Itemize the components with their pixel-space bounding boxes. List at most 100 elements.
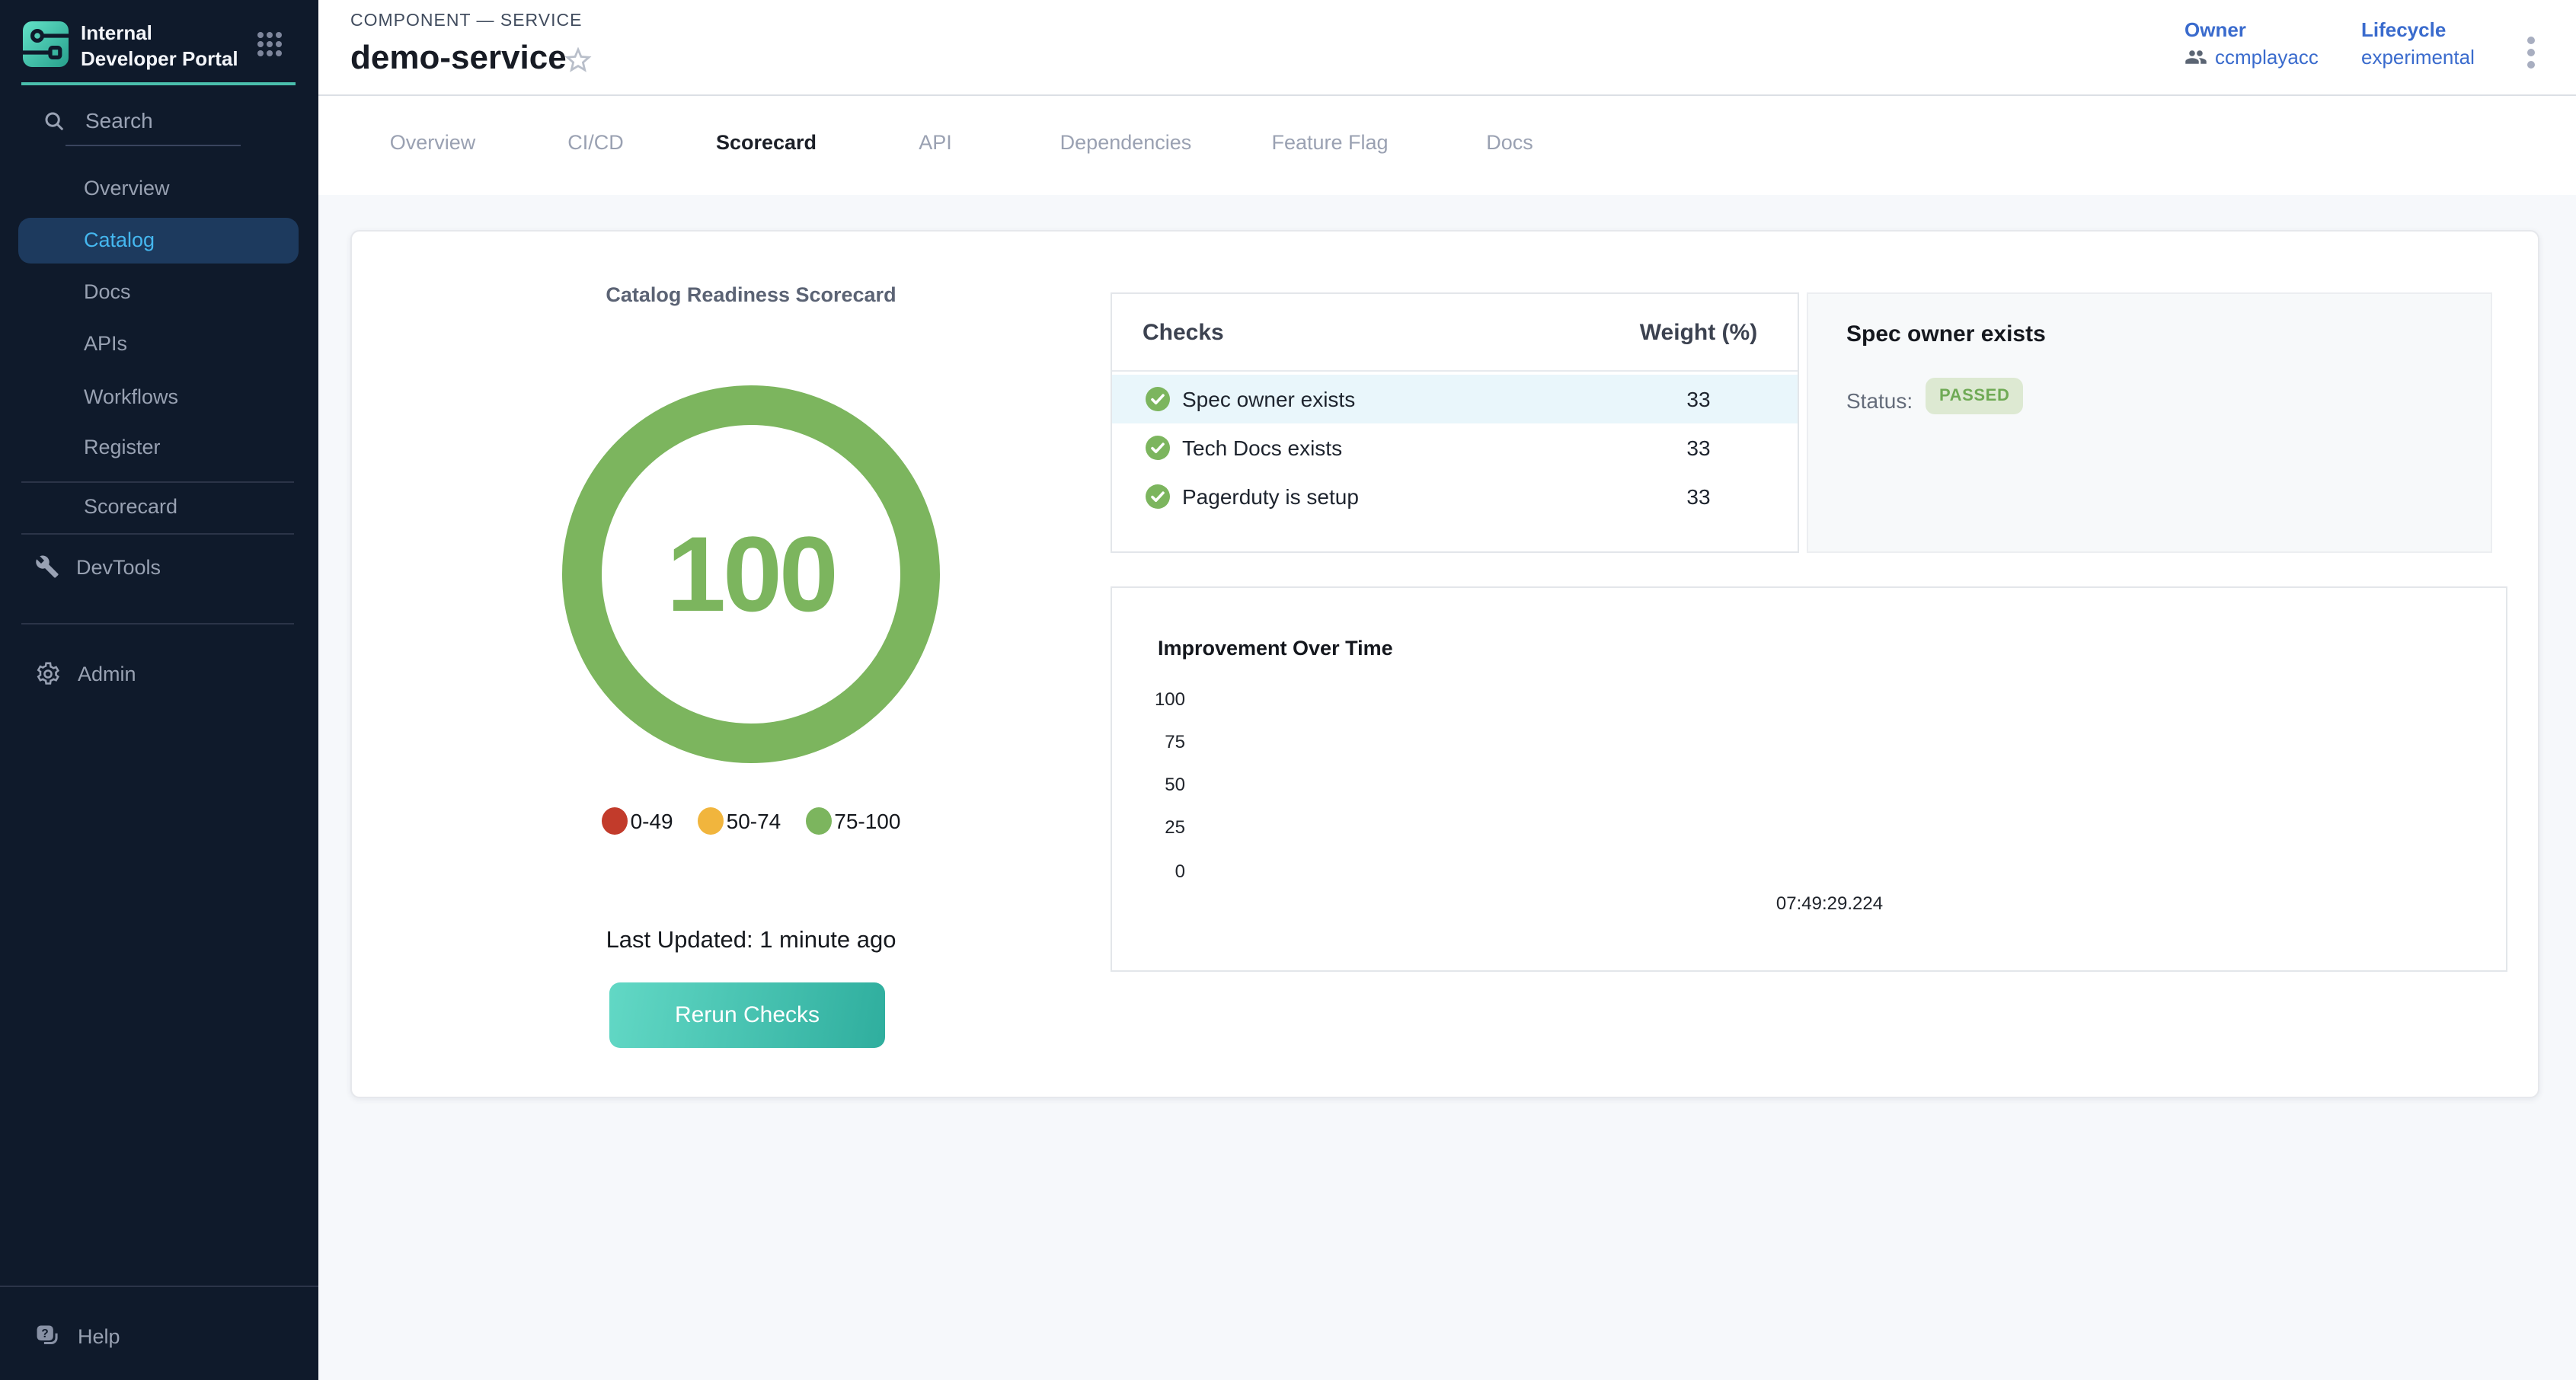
scorecard-panel: Catalog Readiness Scorecard 100 0-49 50-… — [350, 230, 2539, 1098]
tab-api[interactable]: API — [919, 96, 952, 195]
more-options-icon[interactable] — [2521, 32, 2539, 73]
chart-title: Improvement Over Time — [1158, 637, 1393, 660]
legend-dot-red — [602, 807, 628, 835]
y-tick: 50 — [1127, 774, 1185, 795]
sidebar-item-label: Scorecard — [84, 484, 177, 530]
sidebar-item-label: Help — [78, 1324, 120, 1347]
help-chat-icon: ? — [35, 1323, 61, 1349]
tab-docs[interactable]: Docs — [1486, 96, 1533, 195]
check-circle-icon — [1146, 387, 1170, 411]
sidebar-item-apis[interactable]: APIs — [0, 321, 318, 367]
owner-label: Owner — [2184, 18, 2319, 41]
last-updated-text: Last Updated: 1 minute ago — [446, 928, 1056, 955]
sidebar-item-admin[interactable]: Admin — [0, 650, 318, 696]
sidebar-item-label: Workflows — [84, 375, 178, 420]
search-icon — [43, 109, 66, 132]
y-tick: 100 — [1127, 688, 1185, 710]
brand-divider — [21, 82, 296, 85]
y-tick: 0 — [1127, 861, 1185, 882]
sidebar-item-label: Register — [84, 425, 161, 471]
legend-dot-green — [805, 807, 831, 835]
score-gauge: 100 — [562, 385, 940, 763]
favorite-star-icon[interactable] — [562, 44, 594, 84]
sidebar-item-docs[interactable]: Docs — [0, 270, 318, 315]
tab-cicd[interactable]: CI/CD — [567, 96, 624, 195]
check-weight: 33 — [1613, 472, 1784, 521]
divider — [21, 533, 294, 535]
breadcrumb: COMPONENT — SERVICE — [350, 12, 582, 30]
brand: Internal Developer Portal — [23, 21, 239, 73]
sidebar-item-label: Overview — [84, 166, 170, 212]
owner-link[interactable]: ccmplayacc — [2215, 46, 2319, 69]
tab-dependencies[interactable]: Dependencies — [1060, 96, 1192, 195]
app-window: Internal Developer Portal Search Overvie… — [0, 0, 2576, 1380]
checks-table: Checks Weight (%) Spec owner exists 33 — [1111, 292, 1799, 553]
lifecycle-value: experimental — [2361, 46, 2475, 69]
lifecycle-meta: Lifecycle experimental — [2361, 18, 2475, 69]
svg-text:?: ? — [41, 1327, 48, 1340]
divider — [0, 1286, 318, 1287]
divider — [21, 481, 294, 483]
sidebar-item-overview[interactable]: Overview — [0, 166, 318, 212]
legend-item: 75-100 — [805, 807, 900, 835]
legend-dot-yellow — [698, 807, 724, 835]
entity-header: COMPONENT — SERVICE demo-service Owner c… — [318, 0, 2576, 96]
x-tick: 07:49:29.224 — [1677, 893, 1982, 914]
tab-feature-flag[interactable]: Feature Flag — [1271, 96, 1388, 195]
owner-value[interactable]: ccmplayacc — [2184, 46, 2319, 69]
sidebar-item-workflows[interactable]: Workflows — [0, 375, 318, 420]
legend-label: 0-49 — [631, 809, 673, 833]
check-circle-icon — [1146, 484, 1170, 509]
y-tick: 25 — [1127, 816, 1185, 838]
divider — [1112, 370, 1798, 372]
sidebar-item-devtools[interactable]: DevTools — [0, 544, 318, 589]
y-tick: 75 — [1127, 731, 1185, 752]
sidebar-item-label: Catalog — [84, 218, 155, 264]
main-area: COMPONENT — SERVICE demo-service Owner c… — [318, 0, 2576, 1380]
tab-bar: Overview CI/CD Scorecard API Dependencie… — [318, 96, 2576, 195]
sidebar: Internal Developer Portal Search Overvie… — [0, 0, 318, 1380]
legend-item: 50-74 — [698, 807, 781, 835]
search-underline — [66, 145, 241, 146]
gear-icon — [35, 660, 61, 686]
score-value: 100 — [666, 513, 836, 635]
weight-column-header: Weight (%) — [1613, 320, 1784, 346]
check-detail-title: Spec owner exists — [1846, 321, 2046, 347]
search-placeholder: Search — [85, 108, 153, 133]
group-icon — [2184, 46, 2207, 69]
sidebar-item-label: DevTools — [76, 555, 161, 578]
sidebar-item-catalog[interactable]: Catalog — [18, 218, 299, 264]
sidebar-item-label: Docs — [84, 270, 131, 315]
apps-grid-icon[interactable] — [256, 30, 283, 58]
check-row-spec-owner[interactable]: Spec owner exists 33 — [1112, 375, 1798, 423]
sidebar-item-label: APIs — [84, 321, 127, 367]
check-row-tech-docs[interactable]: Tech Docs exists 33 — [1112, 423, 1798, 472]
owner-meta: Owner ccmplayacc — [2184, 18, 2319, 69]
check-row-pagerduty[interactable]: Pagerduty is setup 33 — [1112, 472, 1798, 521]
check-detail-panel: Spec owner exists Status: PASSED — [1807, 292, 2492, 553]
status-badge: PASSED — [1926, 378, 2023, 414]
check-name: Spec owner exists — [1182, 375, 1355, 423]
status-label: Status: — [1846, 388, 1913, 413]
search-input[interactable]: Search — [43, 108, 153, 133]
legend-label: 50-74 — [727, 809, 781, 833]
legend-item: 0-49 — [602, 807, 673, 835]
rerun-checks-button[interactable]: Rerun Checks — [609, 982, 885, 1048]
sidebar-item-help[interactable]: ? Help — [0, 1313, 318, 1359]
tab-overview[interactable]: Overview — [390, 96, 476, 195]
check-weight: 33 — [1613, 375, 1784, 423]
check-circle-icon — [1146, 436, 1170, 460]
sidebar-item-label: Admin — [78, 662, 136, 685]
page-title: demo-service — [350, 38, 567, 78]
lifecycle-label: Lifecycle — [2361, 18, 2475, 41]
sidebar-item-scorecard[interactable]: Scorecard — [0, 484, 318, 530]
check-weight: 33 — [1613, 423, 1784, 472]
tab-scorecard[interactable]: Scorecard — [716, 96, 817, 195]
divider — [21, 623, 294, 625]
sidebar-item-register[interactable]: Register — [0, 425, 318, 471]
checks-column-header: Checks — [1143, 320, 1224, 346]
content-area: Catalog Readiness Scorecard 100 0-49 50-… — [318, 195, 2576, 1380]
legend-label: 75-100 — [834, 809, 900, 833]
check-name: Tech Docs exists — [1182, 423, 1342, 472]
improvement-chart: Improvement Over Time 100 75 50 25 0 07:… — [1111, 586, 2507, 972]
